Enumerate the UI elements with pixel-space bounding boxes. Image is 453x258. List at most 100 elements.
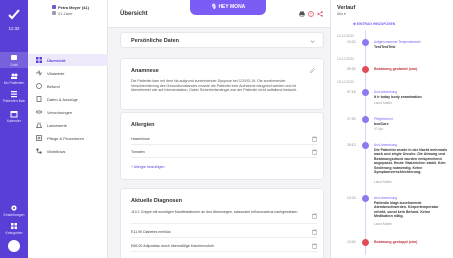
timeline-filter[interactable]: Alle ▾	[337, 12, 346, 16]
timeline-panel: Verlauf Alle ▾ ⊕ EINTRAG HINZUFÜGEN 13.1…	[330, 0, 453, 258]
entry-text: Beatmung gestoppt (sim)	[374, 240, 418, 244]
timeline-date: 15.12.2022	[337, 80, 354, 84]
entry-time: 13:00	[347, 240, 356, 244]
subnav-item-workflows[interactable]: Workflows	[28, 145, 108, 157]
app-root: 11:32 Dokt Mo Patienten Patienten liste …	[0, 0, 453, 258]
avatar-icon[interactable]	[8, 240, 20, 252]
hey-mona-button[interactable]: 🎙 HEY MONA	[190, 0, 266, 15]
rail-label: Kalender	[6, 119, 21, 123]
entry-dot-icon	[362, 239, 369, 246]
overview-icon	[36, 57, 42, 63]
entry-text: bodCare	[374, 122, 389, 126]
patient-subnav: Übersicht Vitalwerte Befund Daten & Ausz…	[28, 28, 108, 258]
patient-header[interactable]: Petra Meyer (41) 01.2aee	[28, 0, 108, 28]
personal-data-card[interactable]: Persönliche Daten	[120, 32, 324, 48]
share-icon[interactable]	[317, 11, 323, 17]
rail-item-settings[interactable]: Einstellungen	[0, 204, 28, 220]
chevron-down-icon[interactable]	[310, 39, 315, 44]
lab-icon	[36, 122, 42, 128]
entry-dot-icon	[362, 195, 369, 202]
main-header: Übersicht 🎙 HEY MONA	[108, 0, 330, 28]
subnav-label: Laborwerte	[47, 123, 68, 128]
entry-author: Laura Martin	[374, 222, 392, 226]
rail-label: Patienten liste	[3, 99, 25, 103]
rail-item-my-patients[interactable]: Mo Patienten	[0, 72, 28, 88]
subnav-item-overview[interactable]: Übersicht	[28, 54, 108, 66]
calendar-icon	[10, 111, 18, 118]
entry-text: Beatmung gestartet (sim)	[374, 67, 418, 71]
entry-author: 07 Apr	[374, 127, 384, 131]
add-allergy-link[interactable]: + Allergie hinzufügen	[131, 165, 164, 169]
main-content: Übersicht 🎙 HEY MONA Persönliche Daten A…	[108, 0, 330, 258]
delete-icon[interactable]	[312, 136, 317, 142]
entry-dot-icon	[362, 89, 369, 96]
delete-icon[interactable]	[312, 229, 317, 235]
filter-value: Alle	[337, 12, 343, 16]
care-icon	[36, 135, 42, 141]
subnav-label: Vitalwerte	[47, 71, 65, 76]
card-title: Persönliche Daten	[131, 38, 179, 44]
edit-icon[interactable]	[310, 68, 315, 73]
table-row: Tomaten	[131, 146, 317, 158]
subnav-item-lab[interactable]: Laborwerte	[28, 119, 108, 131]
rail-label: Einstellungen	[3, 213, 25, 217]
left-rail: 11:32 Dokt Mo Patienten Patienten liste …	[0, 0, 28, 258]
add-entry-label: EINTRAG HINZUFÜGEN	[356, 22, 396, 26]
vitals-icon	[36, 70, 42, 76]
users-icon	[11, 73, 18, 79]
anamnese-card: Anamnese Die Patientin kam mit dem Na au…	[120, 58, 324, 110]
diagnoses-card: Aktuelle Diagnosen J10.1 Grippe mit sons…	[120, 188, 324, 258]
subnav-item-vitals[interactable]: Vitalwerte	[28, 67, 108, 79]
subnav-label: Daten & Auszüge	[47, 97, 78, 102]
entry-text: Patientin klagt zunehmende Atembeschwerd…	[374, 201, 439, 219]
documents-icon	[36, 96, 42, 102]
entry-label: Arzt-Anmerkung	[374, 143, 398, 147]
entry-time: 13:23	[347, 196, 356, 200]
patient-name: Petra Meyer (41)	[58, 5, 89, 10]
delete-icon[interactable]	[312, 149, 317, 155]
print-icon[interactable]	[299, 11, 305, 17]
patient-icon	[52, 5, 56, 9]
card-title: Anamnese	[131, 68, 159, 74]
alert-icon[interactable]	[308, 11, 314, 17]
diagnosis-text: E66.00 Adipositas durch übermäßige Kalor…	[131, 244, 215, 248]
rail-item-patient-list[interactable]: Patienten liste	[0, 90, 28, 106]
allergy-name: Tomaten	[131, 150, 145, 154]
diagnosis-text: J10.1 Grippe mit sonstigen Manifestation…	[131, 210, 298, 214]
entry-text: Die Patientin wurde in der Nacht mehrmal…	[374, 148, 448, 175]
clock: 11:32	[8, 26, 20, 31]
allergies-card: Allergien Haselnüsse Tomaten + Allergie …	[120, 112, 324, 180]
findings-icon	[36, 83, 42, 89]
subnav-label: Befund	[47, 84, 60, 89]
allergy-name: Haselnüsse	[131, 137, 150, 141]
subnav-label: Pflege & Prozeduren	[47, 136, 84, 141]
delete-icon[interactable]	[312, 243, 317, 249]
entry-time: 07:16	[347, 90, 356, 94]
subnav-item-findings[interactable]: Befund	[28, 80, 108, 92]
timeline-date: 13.12.2022	[337, 57, 354, 61]
table-row: Haselnüsse	[131, 133, 317, 145]
subnav-item-documents[interactable]: Daten & Auszüge	[28, 93, 108, 105]
subnav-item-care[interactable]: Pflege & Prozeduren	[28, 132, 108, 144]
entry-text: TestTestTest	[374, 45, 396, 49]
table-row: E66.00 Adipositas durch übermäßige Kalor…	[131, 240, 317, 252]
prescription-icon	[36, 110, 42, 114]
table-row: E11.90 Diabetes mellitus	[131, 226, 317, 238]
entry-dot-icon	[362, 39, 369, 46]
rail-item-categories[interactable]: Kategorien	[0, 222, 28, 238]
rail-item-calendar[interactable]: Kalender	[0, 110, 28, 126]
subnav-item-prescriptions[interactable]: Verordnungen	[28, 106, 108, 118]
list-icon	[11, 91, 17, 98]
timeline-title: Verlauf	[337, 5, 356, 11]
app-logo-icon	[8, 9, 20, 20]
add-entry-link[interactable]: ⊕ EINTRAG HINZUFÜGEN	[353, 22, 395, 26]
entry-author: Laura Martin	[374, 101, 392, 105]
entry-dot-icon	[362, 66, 369, 73]
card-title: Aktuelle Diagnosen	[131, 198, 183, 204]
entry-author: Laura Martin	[374, 180, 392, 184]
rail-item-patients[interactable]: Dokt	[0, 52, 28, 68]
delete-icon[interactable]	[312, 213, 317, 219]
hey-mona-label: HEY MONA	[218, 4, 246, 10]
workflow-icon	[36, 148, 42, 154]
entry-text: It ir today body examination	[374, 95, 422, 99]
